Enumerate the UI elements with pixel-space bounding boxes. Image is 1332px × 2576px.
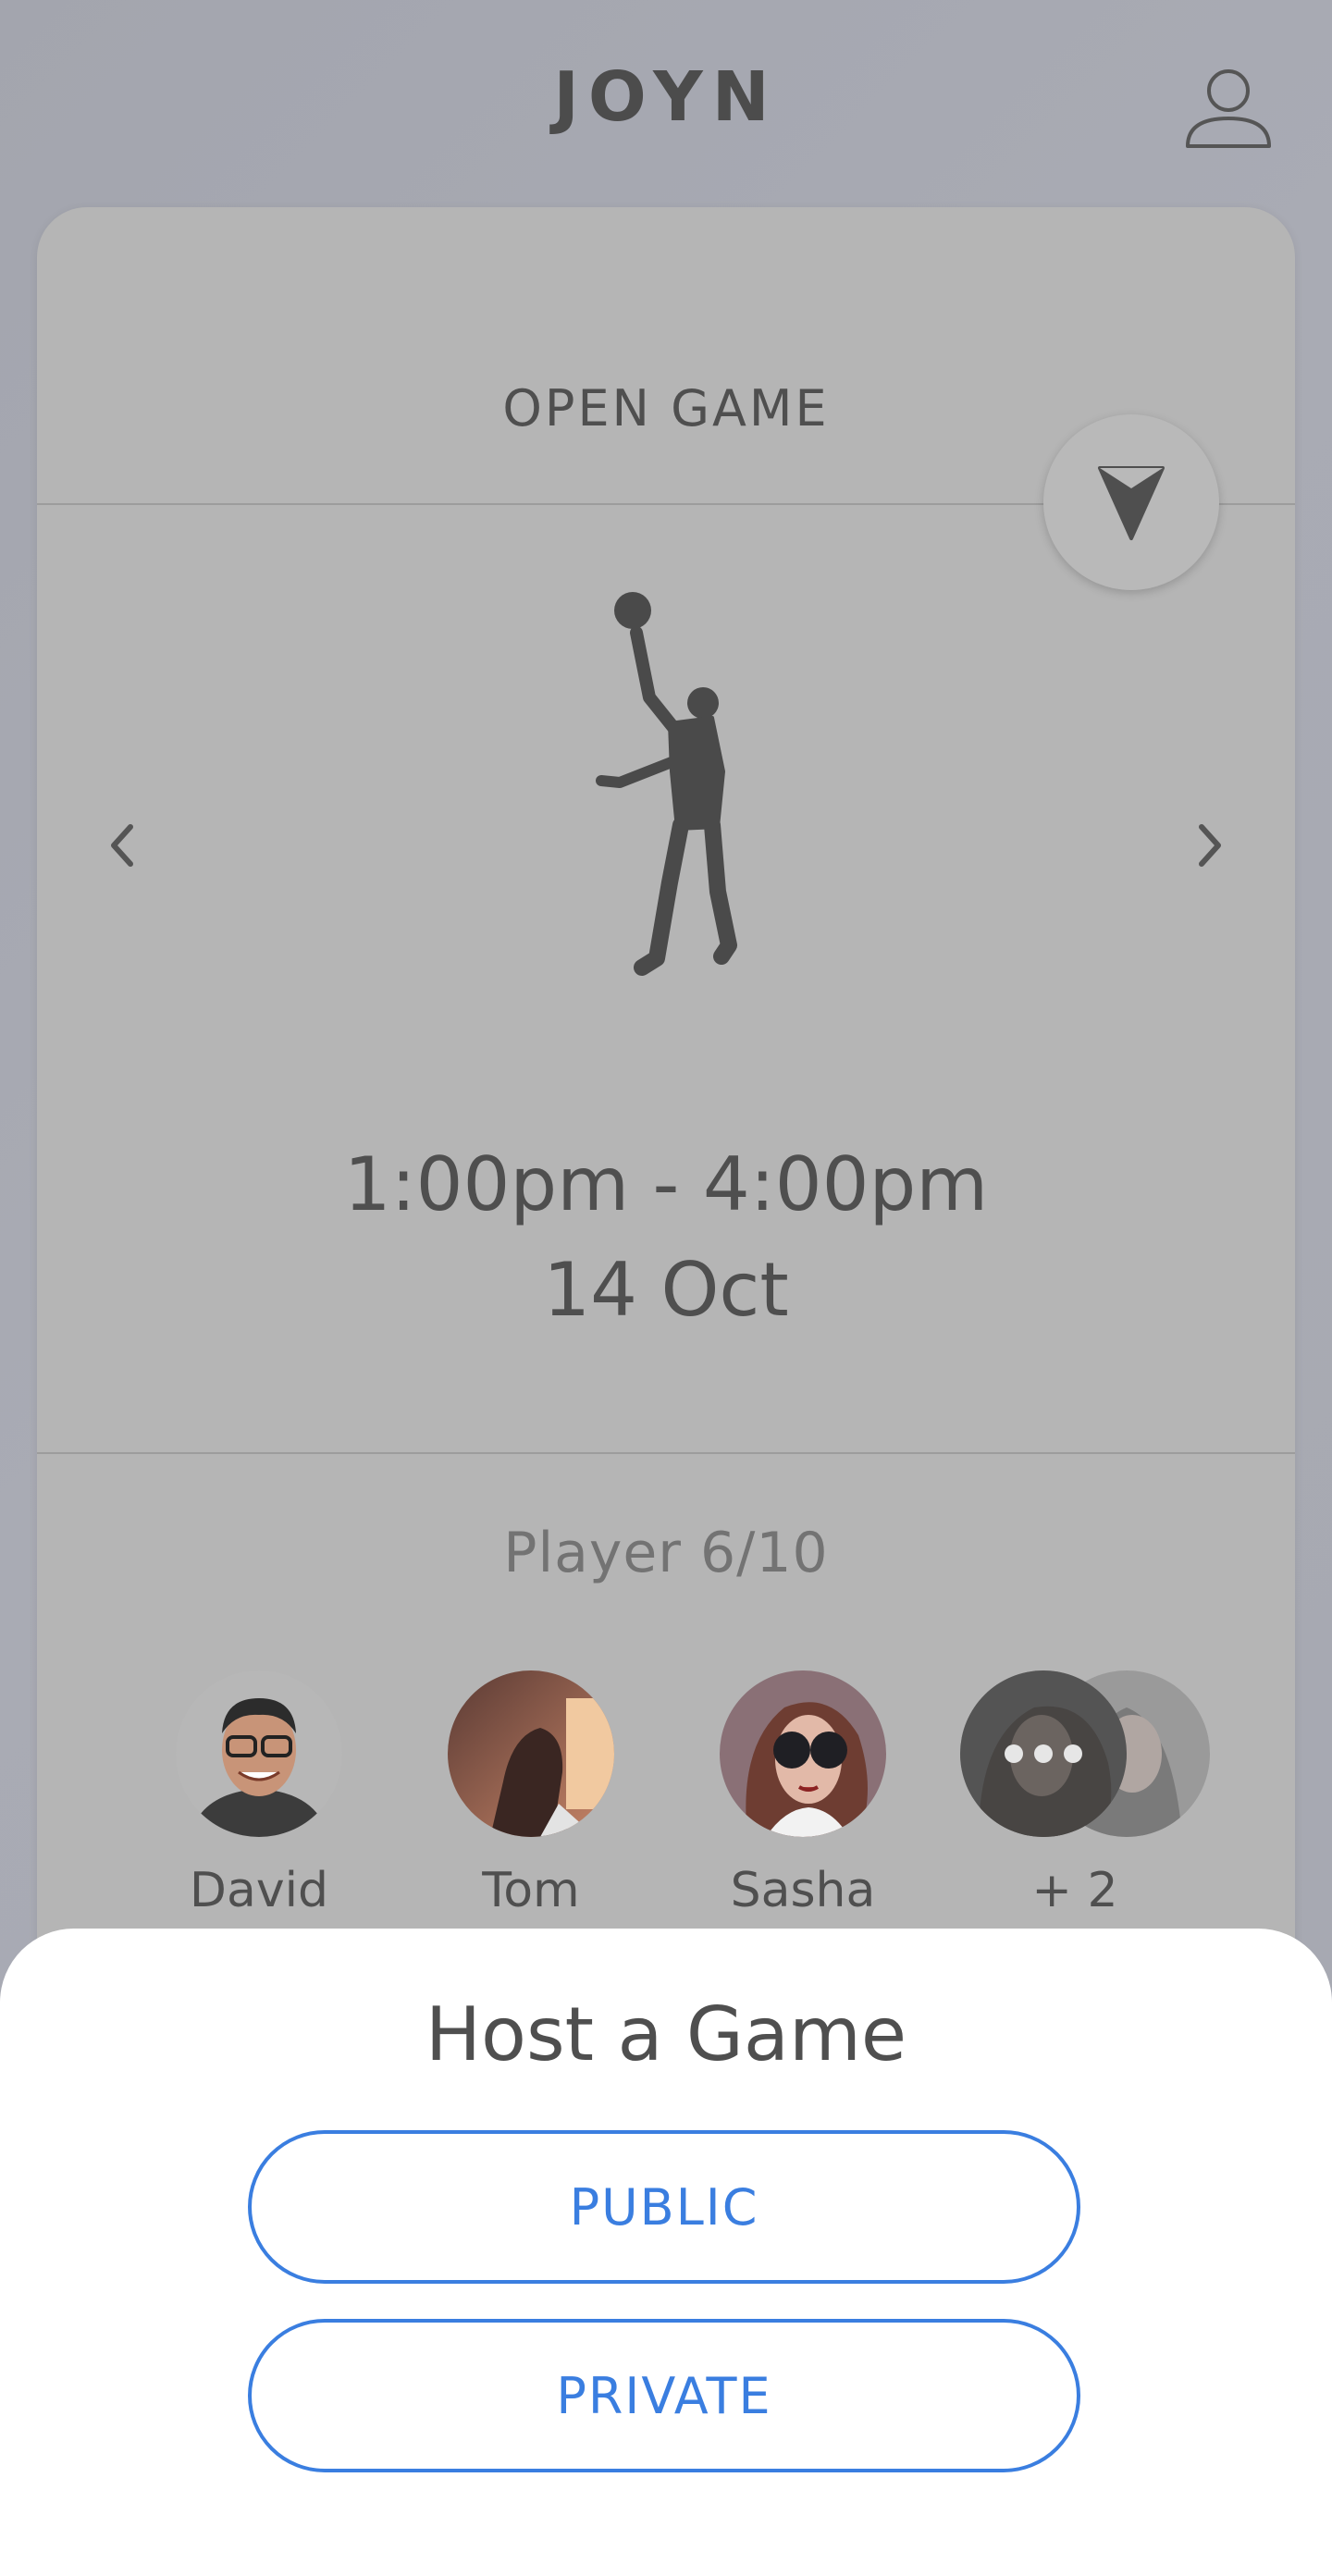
next-game-button[interactable] [1178, 808, 1243, 882]
avatar-tom[interactable] [448, 1670, 614, 1837]
user-icon [1186, 69, 1271, 148]
game-card[interactable]: OPEN GAME 1:00pm - 4:00pm 14 Oct Player … [37, 207, 1295, 2150]
locate-button[interactable] [1043, 414, 1219, 590]
navigation-arrow-icon [1098, 466, 1165, 540]
basketball-player-icon [574, 586, 758, 993]
private-button[interactable]: PRIVATE [248, 2319, 1080, 2472]
player-count: Player 6/10 [37, 1521, 1295, 1585]
player-count-value: 6/10 [699, 1521, 829, 1585]
game-date: 14 Oct [543, 1247, 789, 1333]
prev-game-button[interactable] [89, 808, 154, 882]
details-divider [37, 1452, 1295, 1454]
avatar [448, 1670, 614, 1837]
game-time-range: 1:00pm - 4:00pm [343, 1141, 989, 1227]
profile-button[interactable] [1180, 61, 1276, 157]
app-bar: JOYN [0, 0, 1332, 203]
avatar-name-sasha: Sasha [730, 1863, 876, 1918]
avatar-sasha[interactable] [720, 1670, 886, 1837]
app-logo: JOYN [553, 57, 779, 137]
avatar-david[interactable] [176, 1670, 342, 1837]
avatar [176, 1670, 342, 1837]
avatar-name-tom: Tom [482, 1863, 580, 1918]
avatar-name-david: David [189, 1863, 329, 1918]
sheet-title: Host a Game [425, 1991, 907, 2077]
public-button[interactable]: PUBLIC [248, 2130, 1080, 2284]
more-dots-icon [960, 1670, 1127, 1837]
chevron-right-icon [1199, 824, 1221, 867]
avatar [720, 1670, 886, 1837]
avatar-more[interactable] [960, 1670, 1127, 1837]
avatar-name-more: + 2 [1031, 1863, 1118, 1918]
player-count-label: Player [503, 1521, 682, 1585]
chevron-left-icon [111, 824, 133, 867]
host-game-sheet: Host a Game PUBLIC PRIVATE [0, 1929, 1332, 2576]
